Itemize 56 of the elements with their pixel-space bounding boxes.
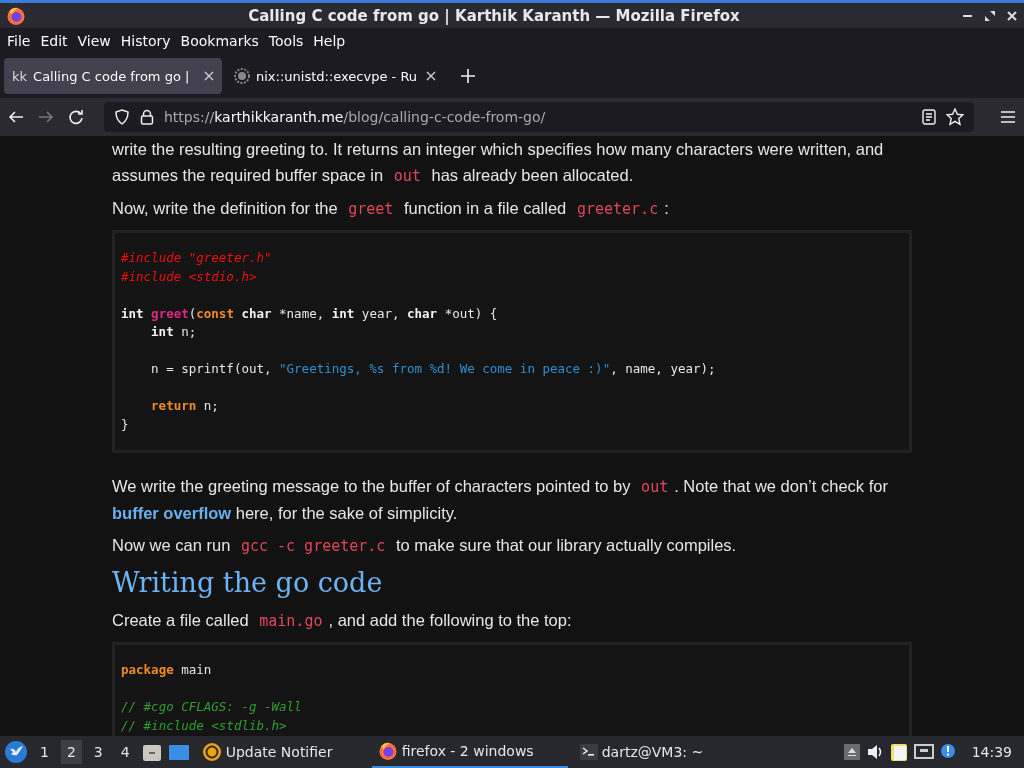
url-text: https://karthikkaranth.me/blog/calling-c-code-from-go/ [164,109,547,125]
menu-item[interactable]: View [72,33,116,49]
shield-icon[interactable] [114,109,130,125]
workspace-button[interactable]: 1 [34,740,55,764]
maximize-button[interactable] [984,9,996,22]
window-title: Calling C code from go | Karthik Karanth — Mozilla Firefox [247,6,741,25]
reader-view-icon[interactable] [922,109,936,125]
tab-title: Calling C code from go | [33,68,191,84]
workspace-button[interactable]: 4 [114,740,136,764]
update-icon [201,742,222,762]
paragraph: Now, write the definition for the greet function in a file called greeter.c : [112,198,670,220]
menu-item[interactable]: Help [308,33,351,49]
clock: 14:39 [970,744,1013,760]
close-icon[interactable] [204,71,214,81]
speaker-icon[interactable] [865,744,884,760]
workspace-button[interactable]: 3 [87,740,109,764]
menu-item[interactable]: History [115,33,176,49]
menu-item[interactable]: Edit [35,33,73,49]
star-icon[interactable] [946,108,964,126]
forward-icon[interactable] [38,109,54,125]
browser-tab[interactable]: kk Calling C code from go | [4,58,222,94]
text-link[interactable]: buffer overflow [112,504,232,522]
menu-item[interactable]: Tools [263,33,309,49]
section-heading: Writing the go code [112,566,384,600]
paragraph: We write the greeting message to the buffer of characters pointed to by out . Note that we don’t check for buffer overflow here, for the sake of simplicity. [112,476,889,524]
taskbar-task[interactable]: Update Notifier [195,736,366,768]
menu-item[interactable]: File [2,33,36,49]
network-icon[interactable] [913,744,934,760]
paragraph: write the resulting greeting to. It returns an integer which specifies how many characters were written, and assumes the required buffer space in out has already been allocated. [112,139,885,187]
terminal-icon [579,744,598,760]
clipboard-icon[interactable] [889,742,908,762]
taskbar-task[interactable]: dartz@VM3: ~ [573,736,724,768]
firefox-icon [6,5,26,26]
favicon: kk [12,68,28,84]
new-tab-icon[interactable] [460,68,476,84]
lock-icon[interactable] [140,109,154,125]
menu-icon[interactable] [1000,110,1016,124]
window-icon[interactable] [167,743,190,761]
firefox-icon [377,741,398,761]
file-cabinet-icon[interactable] [141,742,162,762]
menu-item[interactable]: Bookmarks [175,33,264,49]
reload-icon[interactable] [68,109,84,125]
eject-icon[interactable] [843,744,860,760]
close-icon[interactable] [426,71,436,81]
code-block: #include "greeter.h" #include <stdio.h> int greet(const char *name, int year, char *out) { int n; n = sprintf(out, "Greetings, %s from %d! We come in peace :)", name, year); return n; } [112,230,912,453]
close-button[interactable] [1006,9,1018,22]
back-icon[interactable] [8,109,24,125]
browser-tab[interactable]: nix::unistd::execvpe - Ru [226,58,444,94]
code-block: package main // #cgo CFLAGS: -g -Wall // #include <stdlib.h> [112,642,912,736]
tab-title: nix::unistd::execvpe - Ru [256,68,419,84]
paragraph: Now we can run gcc -c greeter.c to make sure that our library actually compiles. [112,535,738,557]
address-bar[interactable]: https://karthikkaranth.me/blog/calling-c-code-from-go/ [104,102,974,132]
taskbar-task[interactable]: firefox - 2 windows [371,736,568,768]
paragraph: Create a file called main.go , and add the following to the top: [112,610,573,632]
workspace-button[interactable]: 2 [60,740,82,764]
alert-icon[interactable] [939,743,958,761]
